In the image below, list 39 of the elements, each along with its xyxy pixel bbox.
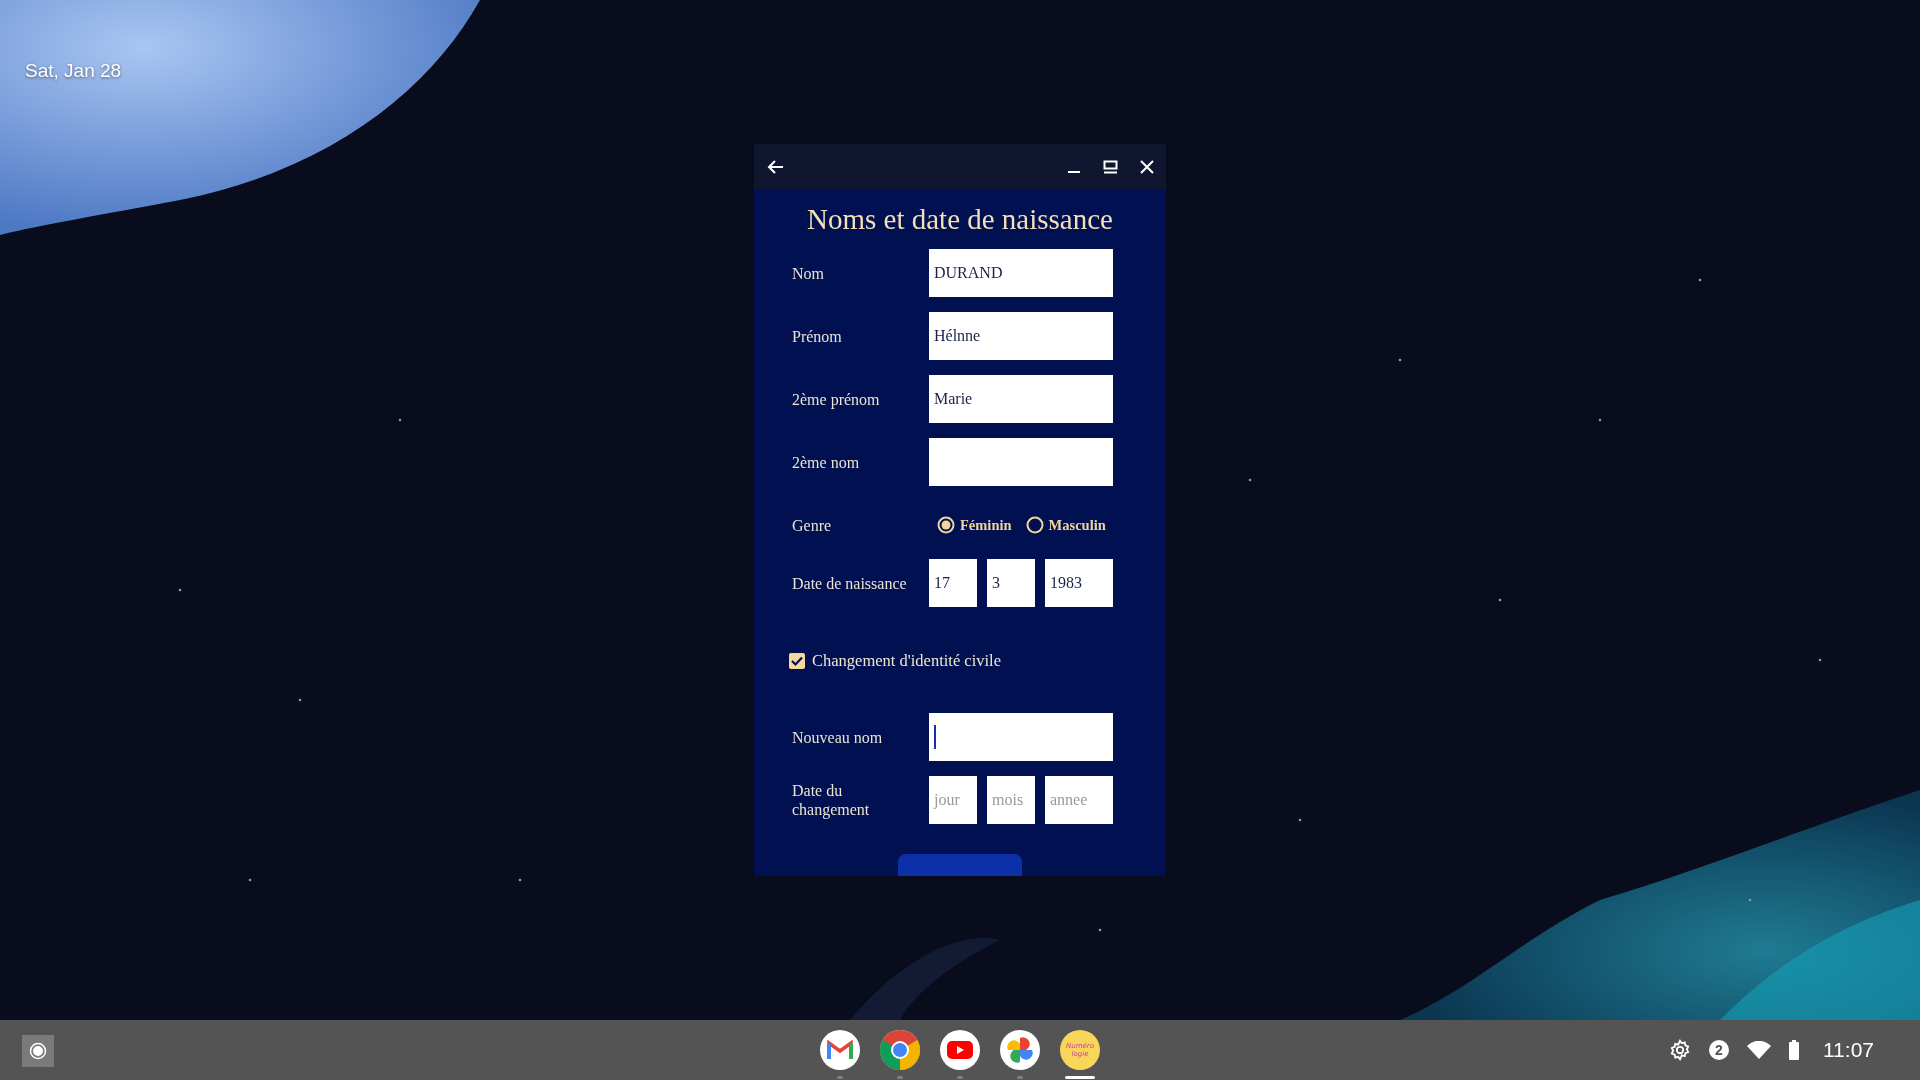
notification-count[interactable]: 2 bbox=[1709, 1040, 1729, 1060]
date-label: Sat, Jan 28 bbox=[25, 60, 122, 82]
field-label: Nom bbox=[792, 263, 825, 283]
radio-option[interactable]: Féminin bbox=[937, 516, 1012, 534]
app-icon-button[interactable] bbox=[1000, 1030, 1040, 1070]
field-label: Nouveau nom bbox=[792, 727, 884, 747]
field-label: 2ème prénom bbox=[792, 389, 881, 409]
field-label: Prénom bbox=[792, 326, 843, 346]
clock[interactable]: 11:07 bbox=[1823, 1038, 1874, 1062]
input-field[interactable]: 1983 bbox=[1045, 559, 1113, 607]
input-field[interactable]: 17 bbox=[929, 559, 977, 607]
back-icon[interactable] bbox=[766, 158, 784, 175]
close-icon[interactable] bbox=[1140, 159, 1154, 174]
play-icon bbox=[947, 1041, 973, 1059]
input-field[interactable]: 3 bbox=[987, 559, 1035, 607]
launcher-icon bbox=[29, 1042, 47, 1060]
input-field[interactable]: DURAND bbox=[929, 249, 1113, 297]
app-icon-button[interactable] bbox=[820, 1030, 860, 1070]
app-icon-button[interactable] bbox=[940, 1030, 980, 1070]
field-label: 2ème nom bbox=[792, 452, 861, 472]
radio-option[interactable]: Masculin bbox=[1025, 516, 1106, 534]
form-title: Noms et date de naissance bbox=[806, 202, 1114, 237]
input-field[interactable]: Hélnne bbox=[929, 312, 1113, 360]
browser-icon bbox=[880, 1030, 920, 1070]
maximize-icon[interactable] bbox=[1103, 159, 1118, 174]
field-label: Date de naissance bbox=[792, 573, 908, 593]
input-field[interactable] bbox=[929, 713, 1113, 761]
app-icon-button[interactable] bbox=[880, 1030, 920, 1070]
field-label: Date du changement bbox=[792, 781, 871, 819]
input-field[interactable] bbox=[929, 438, 1113, 486]
launcher-button[interactable] bbox=[22, 1035, 54, 1067]
identity-change-checkbox[interactable]: Changement d'identité civile bbox=[788, 651, 1166, 671]
wifi-icon[interactable] bbox=[1747, 1041, 1771, 1059]
input-field[interactable]: Marie bbox=[929, 375, 1113, 423]
settings-icon[interactable] bbox=[1669, 1039, 1691, 1061]
field-label: Genre bbox=[792, 515, 833, 535]
battery-icon[interactable] bbox=[1789, 1040, 1799, 1060]
envelope-m-icon bbox=[827, 1040, 853, 1060]
pinwheel-icon bbox=[1007, 1037, 1033, 1063]
